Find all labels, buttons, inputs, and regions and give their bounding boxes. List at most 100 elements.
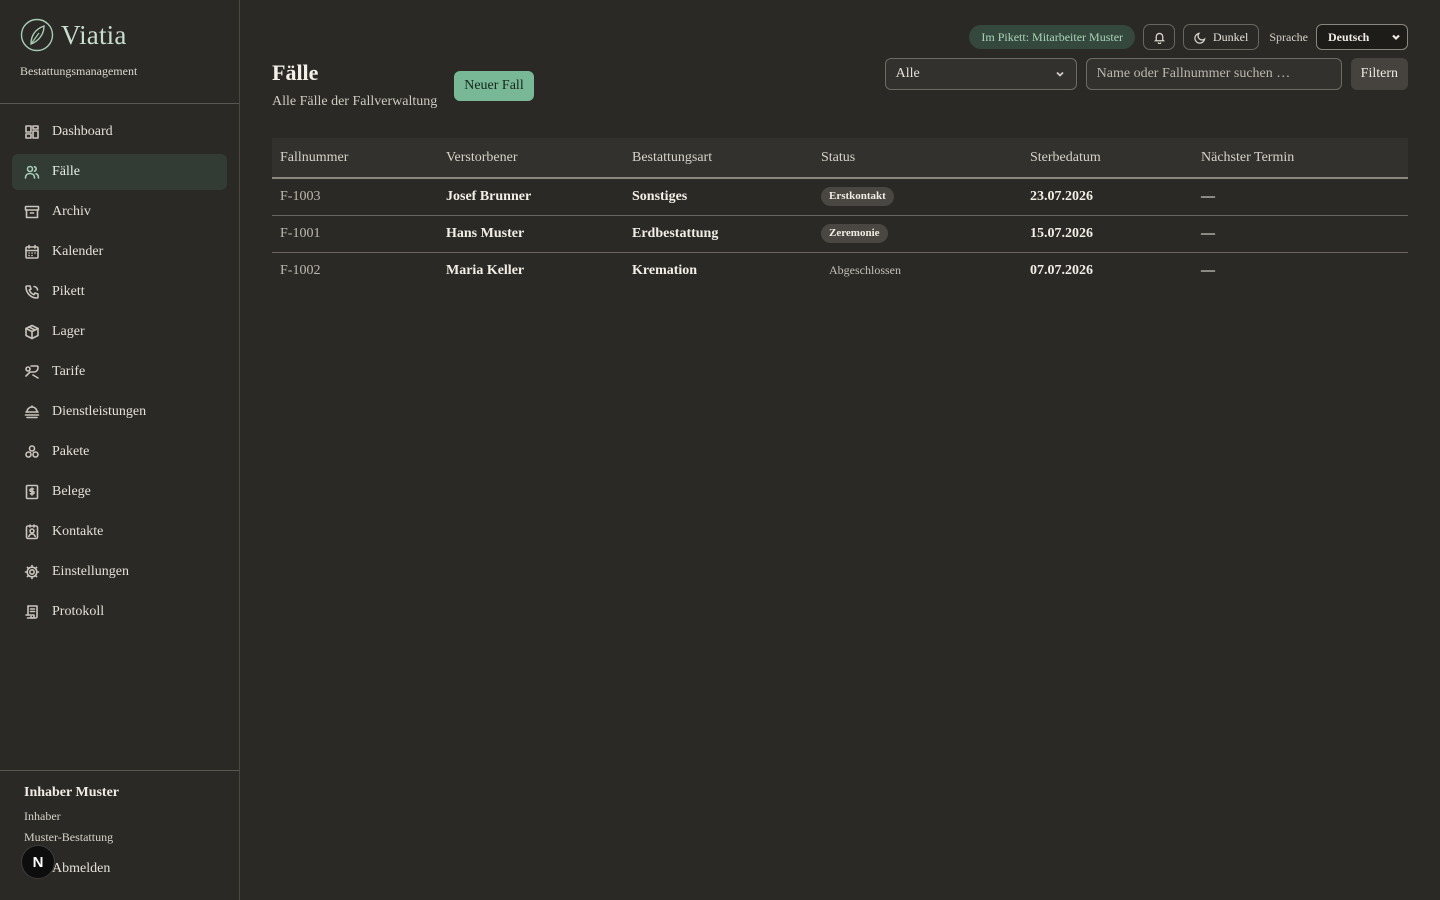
status-badge: Erstkontakt bbox=[821, 187, 894, 207]
table-header: Fallnummer Verstorbener Bestattungsart S… bbox=[272, 138, 1408, 179]
sidebar-item-label: Lager bbox=[52, 324, 85, 339]
theme-label: Dunkel bbox=[1213, 29, 1249, 44]
sidebar-item-phone[interactable]: Pikett bbox=[12, 274, 227, 310]
user-name: Inhaber Muster bbox=[24, 785, 120, 800]
bell-icon bbox=[1153, 32, 1165, 44]
sidebar-item-label: Kontakte bbox=[52, 524, 104, 539]
status-filter-value: Alle bbox=[895, 66, 920, 81]
sidebar-item-archive[interactable]: Archiv bbox=[12, 194, 227, 230]
cell-burial-type: Sonstiges bbox=[624, 178, 813, 216]
package-icon bbox=[24, 324, 40, 340]
leaf-logo-icon bbox=[20, 18, 54, 52]
sidebar-item-contact[interactable]: Kontakte bbox=[12, 514, 227, 550]
sidebar-item-dashboard[interactable]: Dashboard bbox=[12, 114, 227, 150]
page-subtitle: Alle Fälle der Fallverwaltung bbox=[272, 94, 438, 109]
sidebar-item-package[interactable]: Lager bbox=[12, 314, 227, 350]
sidebar-item-gear[interactable]: Einstellungen bbox=[12, 554, 227, 590]
cell-deceased: Josef Brunner bbox=[438, 178, 624, 216]
language-label: Sprache bbox=[1269, 29, 1308, 44]
cell-death-date: 15.07.2026 bbox=[1022, 215, 1193, 253]
archive-icon bbox=[24, 204, 40, 220]
notifications-button[interactable] bbox=[1143, 24, 1176, 50]
cases-table-wrapper: Fallnummer Verstorbener Bestattungsart S… bbox=[272, 138, 1408, 289]
cell-status: Abgeschlossen bbox=[813, 252, 1022, 289]
topbar: Im Pikett: Mitarbeiter Muster Dunkel Spr… bbox=[969, 24, 1408, 50]
cell-case-number[interactable]: F-1003 bbox=[272, 178, 438, 216]
page-header: Fälle Alle Fälle der Fallverwaltung Neue… bbox=[272, 60, 534, 110]
sidebar-item-label: Archiv bbox=[52, 204, 91, 219]
filter-button[interactable]: Filtern bbox=[1350, 58, 1408, 90]
moon-icon bbox=[1194, 31, 1206, 44]
search-input[interactable] bbox=[1085, 58, 1342, 90]
sidebar-item-users[interactable]: Fälle bbox=[12, 154, 227, 190]
phone-icon bbox=[24, 284, 40, 300]
chevron-down-icon bbox=[1392, 34, 1400, 41]
language-select[interactable]: Deutsch bbox=[1316, 24, 1408, 50]
dev-badge[interactable]: N bbox=[21, 845, 55, 879]
table-row[interactable]: F-1002 Maria Keller Kremation Abgeschlossen… bbox=[272, 252, 1408, 289]
column-header-case-number[interactable]: Fallnummer bbox=[272, 138, 438, 179]
sidebar: Viatia Bestattungsmanagement Dashboard Fä… bbox=[0, 0, 240, 900]
sidebar-item-label: Pikett bbox=[52, 284, 85, 299]
sidebar-item-label: Dashboard bbox=[52, 124, 113, 139]
cell-death-date: 07.07.2026 bbox=[1030, 262, 1093, 278]
cell-deceased: Maria Keller bbox=[446, 262, 525, 278]
cell-next-appointment: — bbox=[1193, 178, 1408, 216]
sidebar-item-label: Belege bbox=[52, 484, 91, 499]
cell-case-number[interactable]: F-1001 bbox=[272, 215, 438, 253]
calendar-icon bbox=[24, 244, 40, 260]
user-role: Inhaber bbox=[24, 809, 61, 823]
table-body: F-1003 Josef Brunner Sonstiges Erstkontakt 2… bbox=[272, 178, 1408, 289]
table-row[interactable]: F-1003 Josef Brunner Sonstiges Erstkontakt 2… bbox=[272, 178, 1408, 216]
column-header-next-appointment[interactable]: Nächster Termin bbox=[1193, 138, 1408, 179]
sidebar-item-calendar[interactable]: Kalender bbox=[12, 234, 227, 270]
sidebar-item-bundle[interactable]: Pakete bbox=[12, 434, 227, 470]
tag-icon bbox=[24, 364, 40, 380]
status-filter-select[interactable]: Alle bbox=[884, 58, 1077, 90]
sidebar-item-service[interactable]: Dienstleistungen bbox=[12, 394, 227, 430]
column-header-deceased[interactable]: Verstorbener bbox=[438, 138, 624, 179]
cell-next-appointment: — bbox=[1193, 215, 1408, 253]
brand-row: Viatia bbox=[20, 18, 219, 52]
cell-case-number[interactable]: F-1002 bbox=[272, 252, 438, 289]
cell-deceased: Hans Muster bbox=[438, 215, 624, 253]
cell-status: Zeremonie bbox=[813, 215, 1022, 253]
new-case-button[interactable]: Neuer Fall bbox=[454, 71, 534, 101]
theme-toggle-button[interactable]: Dunkel bbox=[1183, 24, 1260, 50]
column-header-status[interactable]: Status bbox=[813, 138, 1022, 179]
status-badge: Zeremonie bbox=[821, 224, 888, 243]
receipt-icon bbox=[24, 484, 40, 500]
column-header-burial-type[interactable]: Bestattungsart bbox=[624, 138, 813, 179]
bundle-icon bbox=[24, 444, 40, 460]
column-header-death-date[interactable]: Sterbedatum bbox=[1022, 138, 1193, 179]
cell-status: Erstkontakt bbox=[813, 178, 1022, 216]
sidebar-nav: Dashboard Fälle Archiv Kalender Pikett Lager T… bbox=[0, 104, 239, 630]
service-icon bbox=[24, 404, 40, 420]
sidebar-item-label: Einstellungen bbox=[52, 564, 129, 579]
sidebar-item-label: Dienstleistungen bbox=[52, 404, 147, 419]
user-org: Muster-Bestattung bbox=[24, 830, 114, 844]
contact-icon bbox=[24, 524, 40, 540]
table-row[interactable]: F-1001 Hans Muster Erdbestattung Zeremonie 1… bbox=[272, 215, 1408, 253]
user-box: Inhaber Muster Inhaber Muster-Bestattung… bbox=[0, 770, 239, 900]
log-icon bbox=[24, 604, 40, 620]
cell-next-appointment: — bbox=[1201, 262, 1215, 278]
status-badge: Abgeschlossen bbox=[829, 263, 901, 278]
sidebar-item-label: Kalender bbox=[52, 244, 104, 259]
cell-burial-type: Kremation bbox=[632, 262, 698, 278]
pikett-badge: Im Pikett: Mitarbeiter Muster bbox=[969, 25, 1136, 49]
sidebar-item-tag[interactable]: Tarife bbox=[12, 354, 227, 390]
language-value: Deutsch bbox=[1328, 29, 1370, 44]
sidebar-item-label: Tarife bbox=[52, 364, 86, 379]
title-block: Fälle Alle Fälle der Fallverwaltung bbox=[272, 60, 437, 110]
table-header-row: Fallnummer Verstorbener Bestattungsart S… bbox=[272, 138, 1408, 179]
brand-subtitle: Bestattungsmanagement bbox=[20, 64, 138, 78]
gear-icon bbox=[24, 564, 40, 580]
brand-name: Viatia bbox=[61, 19, 127, 50]
users-icon bbox=[24, 164, 40, 180]
sidebar-item-log[interactable]: Protokoll bbox=[12, 594, 227, 630]
sidebar-item-label: Fälle bbox=[52, 164, 80, 179]
sidebar-item-label: Protokoll bbox=[52, 604, 105, 619]
cell-burial-type: Erdbestattung bbox=[624, 215, 813, 253]
sidebar-item-receipt[interactable]: Belege bbox=[12, 474, 227, 510]
